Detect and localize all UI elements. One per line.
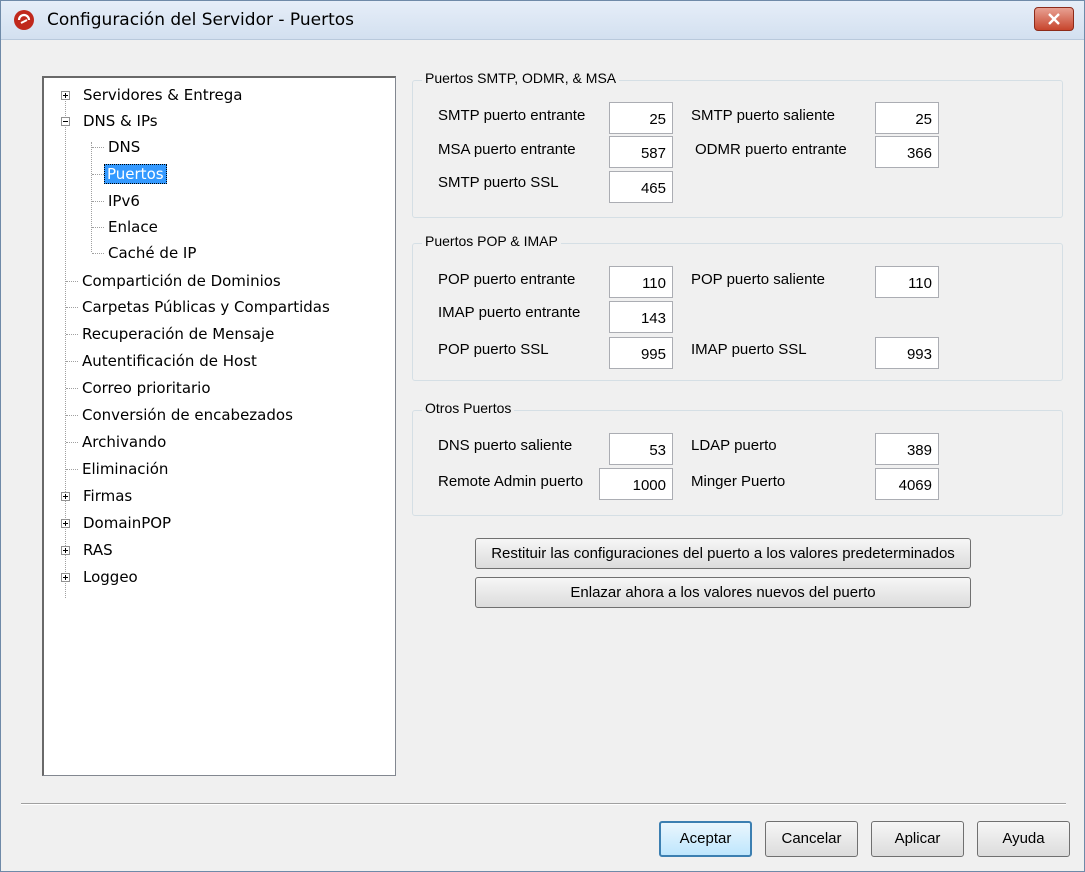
tree-item-eliminacion[interactable]: Eliminación [80, 458, 170, 480]
other-group [412, 410, 1063, 516]
imap-in-label: IMAP puerto entrante [438, 304, 581, 321]
window-title: Configuración del Servidor - Puertos [47, 10, 354, 30]
close-icon [1048, 13, 1060, 25]
tree-item-domainpop[interactable]: DomainPOP [61, 512, 173, 534]
tree-line [66, 469, 78, 471]
tree-line [91, 142, 93, 252]
remote-admin-field[interactable]: 1000 [599, 468, 673, 500]
pop-in-label: POP puerto entrante [438, 271, 576, 288]
pop-ssl-field[interactable]: 995 [609, 337, 673, 369]
minger-field[interactable]: 4069 [875, 468, 939, 500]
pop-group-title: Puertos POP & IMAP [422, 233, 561, 249]
ldap-label: LDAP puerto [691, 437, 777, 454]
tree-line [66, 442, 78, 444]
tree-item-recuperacion[interactable]: Recuperación de Mensaje [80, 323, 276, 345]
bind-ports-button[interactable]: Enlazar ahora a los valores nuevos del p… [475, 577, 971, 608]
dns-out-label: DNS puerto saliente [438, 437, 573, 454]
tree-line [92, 174, 104, 176]
settings-tree[interactable]: Servidores & Entrega DNS & IPs DNS Puert… [42, 76, 396, 776]
close-button[interactable] [1034, 7, 1074, 31]
tree-item-autentificacion[interactable]: Autentificación de Host [80, 350, 259, 372]
odmr-in-label: ODMR puerto entrante [695, 141, 847, 158]
restore-defaults-button[interactable]: Restituir las configuraciones del puerto… [475, 538, 971, 569]
app-icon [14, 10, 34, 30]
tree-line [66, 388, 78, 390]
tree-line [66, 334, 78, 336]
dns-out-field[interactable]: 53 [609, 433, 673, 465]
smtp-in-label: SMTP puerto entrante [438, 107, 586, 124]
tree-item-comparticion[interactable]: Compartición de Dominios [80, 270, 283, 292]
tree-line [66, 361, 78, 363]
tree-item-archivando[interactable]: Archivando [80, 431, 168, 453]
tree-item-enlace[interactable]: Enlace [106, 216, 160, 238]
tree-item-carpetas[interactable]: Carpetas Públicas y Compartidas [80, 296, 332, 318]
smtp-out-field[interactable]: 25 [875, 102, 939, 134]
tree-line [66, 281, 78, 283]
expand-icon[interactable] [61, 546, 70, 555]
other-group-title: Otros Puertos [422, 400, 515, 416]
tree-item-servidores[interactable]: Servidores & Entrega [61, 84, 244, 106]
apply-button[interactable]: Aplicar [871, 821, 964, 857]
expand-icon[interactable] [61, 519, 70, 528]
tree-item-firmas[interactable]: Firmas [61, 485, 134, 507]
imap-in-field[interactable]: 143 [609, 301, 673, 333]
tree-line [92, 147, 104, 149]
tree-line [66, 415, 78, 417]
tree-item-conversion[interactable]: Conversión de encabezados [80, 404, 295, 426]
footer-separator [21, 803, 1066, 805]
smtp-in-field[interactable]: 25 [609, 102, 673, 134]
pop-out-label: POP puerto saliente [691, 271, 825, 288]
expand-icon[interactable] [61, 492, 70, 501]
tree-line [92, 201, 104, 203]
minger-label: Minger Puerto [691, 473, 786, 490]
odmr-in-field[interactable]: 366 [875, 136, 939, 168]
dialog-window: Configuración del Servidor - Puertos Ser… [0, 0, 1085, 872]
title-bar[interactable]: Configuración del Servidor - Puertos [1, 1, 1084, 40]
tree-item-dns[interactable]: DNS [106, 136, 142, 158]
tree-item-cache-ip[interactable]: Caché de IP [106, 242, 198, 264]
imap-ssl-label: IMAP puerto SSL [691, 341, 807, 358]
smtp-ssl-field[interactable]: 465 [609, 171, 673, 203]
smtp-out-label: SMTP puerto saliente [691, 107, 835, 124]
imap-ssl-field[interactable]: 993 [875, 337, 939, 369]
tree-item-puertos[interactable]: Puertos [104, 163, 167, 185]
tree-line [92, 253, 104, 255]
tree-line [66, 307, 78, 309]
ok-button[interactable]: Aceptar [659, 821, 752, 857]
tree-item-loggeo[interactable]: Loggeo [61, 566, 140, 588]
expand-icon[interactable] [61, 91, 70, 100]
pop-ssl-label: POP puerto SSL [438, 341, 549, 358]
remote-admin-label: Remote Admin puerto [438, 473, 584, 490]
help-button[interactable]: Ayuda [977, 821, 1070, 857]
collapse-icon[interactable] [61, 117, 70, 126]
tree-line [92, 227, 104, 229]
pop-out-field[interactable]: 110 [875, 266, 939, 298]
tree-item-ipv6[interactable]: IPv6 [106, 190, 142, 212]
cancel-button[interactable]: Cancelar [765, 821, 858, 857]
expand-icon[interactable] [61, 573, 70, 582]
tree-item-dns-ips[interactable]: DNS & IPs [61, 110, 160, 132]
msa-in-field[interactable]: 587 [609, 136, 673, 168]
msa-in-label: MSA puerto entrante [438, 141, 576, 158]
tree-item-ras[interactable]: RAS [61, 539, 115, 561]
pop-in-field[interactable]: 110 [609, 266, 673, 298]
ldap-field[interactable]: 389 [875, 433, 939, 465]
tree-item-correo-prioritario[interactable]: Correo prioritario [80, 377, 213, 399]
smtp-group-title: Puertos SMTP, ODMR, & MSA [422, 70, 620, 86]
smtp-ssl-label: SMTP puerto SSL [438, 174, 559, 191]
